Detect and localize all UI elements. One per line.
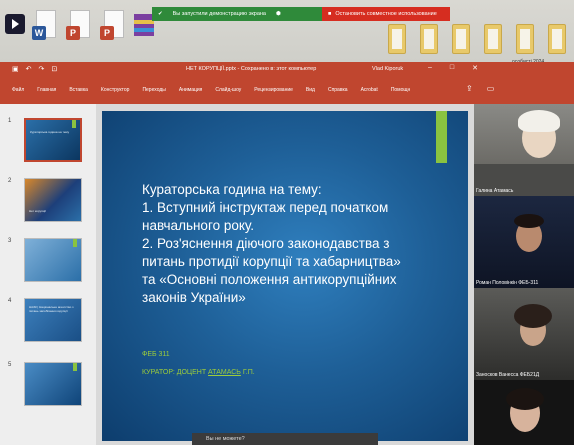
slide-group: ФЕБ 311 (142, 351, 170, 358)
maximize-icon[interactable]: □ (450, 64, 454, 72)
minimize-icon[interactable]: – (428, 64, 432, 72)
participant-hair (506, 388, 544, 410)
redo-icon[interactable]: ↷ (39, 65, 45, 73)
thumbnail-number: 5 (8, 362, 12, 368)
comments-icon[interactable]: ▭ (487, 84, 495, 93)
slide-editor: Кураторська година на тему: 1. Вступний … (96, 104, 474, 445)
ribbon-tabs: Файл Главная Вставка Конструктор Переходы Ани… (0, 76, 574, 104)
thumbnail-text: Кураторська година на тему (30, 130, 70, 134)
thumbnail-number: 1 (8, 118, 12, 124)
ribbon-tab[interactable]: Анимация (179, 87, 202, 93)
stop-sharing-button[interactable]: ■ Остановить совместное использование (322, 7, 450, 21)
thumbnail-number: 4 (8, 298, 12, 304)
slide-line: законів України» (142, 290, 246, 305)
thumbnail-preview (24, 238, 82, 282)
folder-icon[interactable] (484, 24, 502, 54)
slide-line: 1. Вступний інструктаж перед початком (142, 200, 389, 215)
ribbon-tab[interactable]: Конструктор (101, 87, 130, 93)
participant-tile[interactable]: Заносков Ванесса ФЕБ21Д (474, 288, 574, 380)
powerpoint-document-icon[interactable]: P (100, 10, 124, 42)
this-pc-icon[interactable] (4, 10, 28, 42)
chat-input[interactable]: Вы не можете? (192, 433, 378, 445)
folder-icon[interactable] (388, 24, 406, 54)
thumbnail-number: 3 (8, 238, 12, 244)
participant-tile[interactable]: Роман Половінкін ФЕБ-311 (474, 196, 574, 288)
thumbnail-number: 2 (8, 178, 12, 184)
ribbon-tab[interactable]: Вставка (69, 87, 88, 93)
ppt-titlebar: ▣ ↶ ↷ ⊡ НЕТ КОРУПЦІЇ.pptx - Сохранено в:… (0, 62, 574, 76)
ribbon-tab[interactable]: Файл (12, 87, 24, 93)
powerpoint-document-icon[interactable]: P (66, 10, 90, 42)
current-slide[interactable]: Кураторська година на тему: 1. Вступний … (102, 111, 468, 441)
ribbon-tab[interactable]: Acrobat (361, 87, 378, 93)
folder-icon[interactable] (548, 24, 566, 54)
ribbon-tab[interactable]: Вид (306, 87, 315, 93)
slide-accent-bar (436, 111, 447, 163)
participant-tile[interactable]: Галина Атамась (474, 104, 574, 196)
thumbnail-preview (24, 362, 82, 406)
ribbon-tab[interactable]: Главная (37, 87, 56, 93)
thumbnail-text: Нет корупції (29, 209, 46, 213)
participant-tile[interactable] (474, 380, 574, 445)
undo-icon[interactable]: ↶ (26, 65, 32, 73)
slide-line: питань протидії корупції та хабарництва» (142, 254, 401, 269)
desktop: W P P ✔ Вы запустили демонстрацию экрана… (0, 0, 574, 65)
stop-icon: ■ (328, 11, 332, 17)
screen: W P P ✔ Вы запустили демонстрацию экрана… (0, 0, 574, 445)
participant-name: Галина Атамась (476, 188, 514, 194)
curator-name: АТАМАСЬ (208, 369, 241, 376)
participant-hair (514, 304, 552, 328)
video-participants-panel: Галина Атамась Роман Половінкін ФЕБ-311 … (474, 104, 574, 445)
ribbon-tab[interactable]: Переходы (142, 87, 165, 93)
document-title: НЕТ КОРУПЦІЇ.pptx - Сохранено в: этот ко… (186, 66, 317, 72)
close-icon[interactable]: ✕ (472, 64, 478, 72)
ribbon-tab[interactable]: Рецензирование (254, 87, 293, 93)
participant-name: Заносков Ванесса ФЕБ21Д (476, 372, 540, 378)
thumbnail-preview: Кураторська година на тему (24, 118, 82, 162)
share-icon[interactable]: ⇪ (466, 84, 473, 93)
curator-suffix: Г.П. (240, 369, 255, 376)
thumbnail-preview: Нет корупції (24, 178, 82, 222)
folder-icon[interactable] (452, 24, 470, 54)
screenshare-status: Вы запустили демонстрацию экрана (172, 11, 266, 17)
word-document-icon[interactable]: W (32, 10, 56, 42)
participant-hair (514, 214, 544, 228)
curator-prefix: КУРАТОР: ДОЦЕНТ (142, 369, 209, 376)
slide-body-text[interactable]: Кураторська година на тему: 1. Вступний … (142, 181, 432, 307)
ribbon-tab[interactable]: Слайд-шоу (215, 87, 241, 93)
folder-icon[interactable] (516, 24, 534, 54)
participant-hair (518, 110, 560, 132)
ribbon-tab[interactable]: Справка (328, 87, 348, 93)
slide-curator: КУРАТОР: ДОЦЕНТ АТАМАСЬ Г.П. (142, 369, 255, 376)
check-icon: ✔ (158, 11, 163, 17)
thumbnail-text: НАЗК | Національне агентство з питань за… (29, 305, 74, 313)
slide-thumbnails-panel: 1 Кураторська година на тему 2 Нет коруп… (0, 104, 96, 445)
slide-line: Кураторська година на тему: (142, 182, 322, 197)
folder-icon[interactable] (420, 24, 438, 54)
shield-icon: ⬢ (276, 11, 281, 17)
ribbon-tab[interactable]: Помощн (391, 87, 410, 93)
slide-line: навчального року. (142, 218, 255, 233)
participant-name: Роман Половінкін ФЕБ-311 (476, 280, 539, 286)
slide-line: та «Основні положення антикорупційних (142, 272, 397, 287)
present-icon[interactable]: ⊡ (51, 65, 57, 73)
screenshare-bar: ✔ Вы запустили демонстрацию экрана ⬢ ■ О… (152, 7, 450, 21)
stop-sharing-label: Остановить совместное использование (335, 11, 437, 17)
user-name[interactable]: Vlad Kiporuk (372, 66, 403, 72)
thumbnail-preview: НАЗК | Національне агентство з питань за… (24, 298, 82, 342)
save-icon[interactable]: ▣ (12, 65, 19, 73)
slide-line: 2. Роз'яснення діючого законодавства з (142, 236, 390, 251)
